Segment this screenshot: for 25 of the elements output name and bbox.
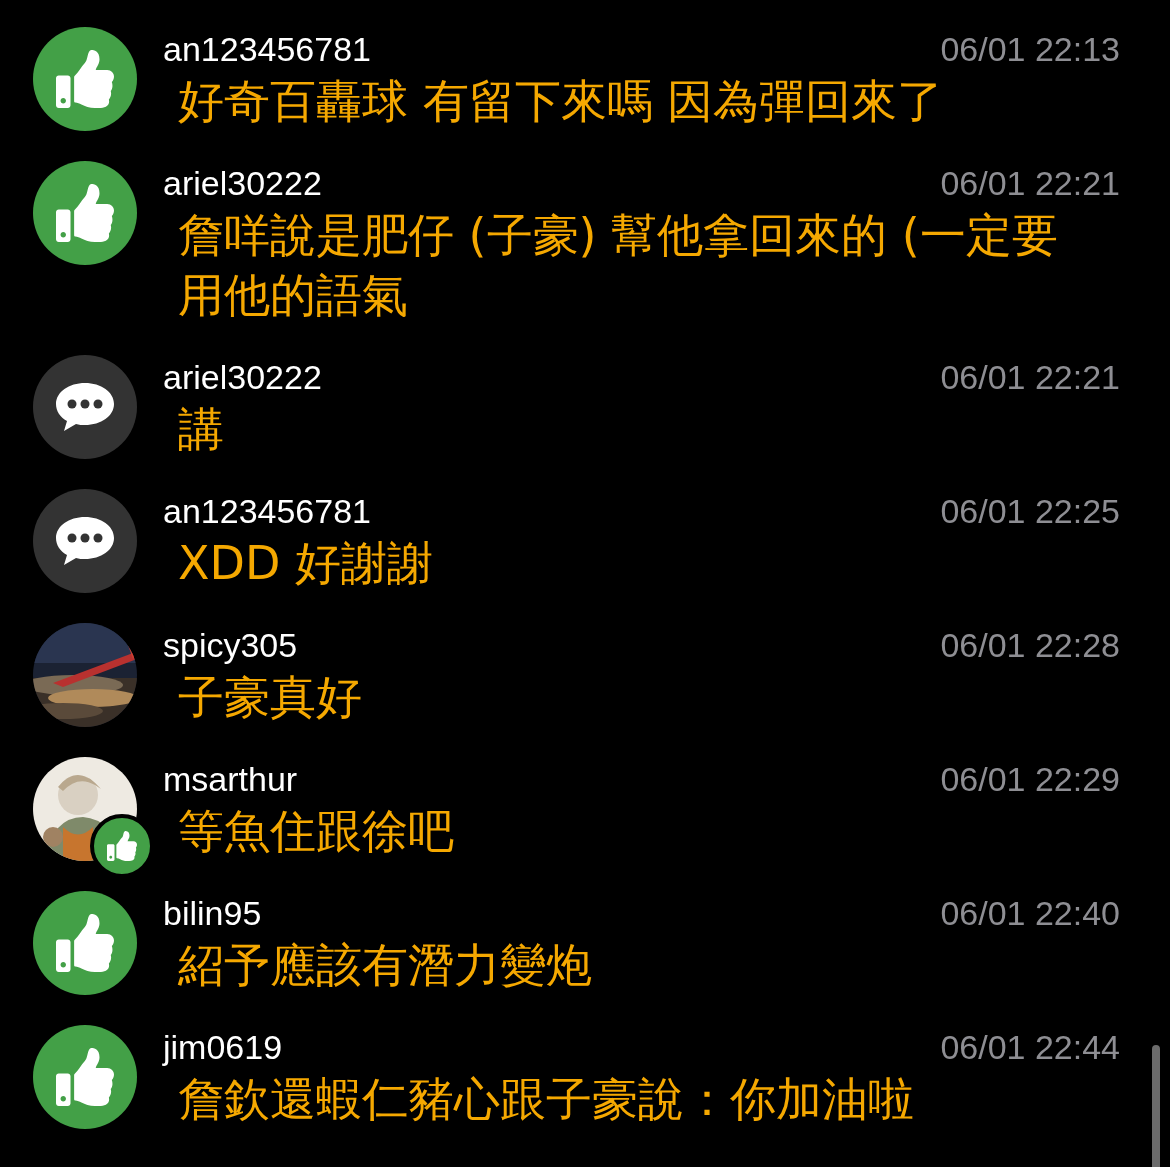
username[interactable]: ariel30222 bbox=[163, 355, 322, 399]
timestamp: 06/01 22:21 bbox=[940, 357, 1120, 398]
username[interactable]: msarthur bbox=[163, 757, 298, 801]
comment-text: 詹咩說是肥仔 (子豪) 幫他拿回來的 (一定要用他的語氣 bbox=[177, 207, 1059, 324]
username[interactable]: an123456781 bbox=[163, 27, 371, 71]
timestamp: 06/01 22:44 bbox=[940, 1027, 1120, 1068]
timestamp: 06/01 22:13 bbox=[940, 29, 1120, 70]
timestamp: 06/01 22:40 bbox=[940, 893, 1120, 934]
timestamp: 06/01 22:29 bbox=[940, 759, 1120, 800]
comment-text: 紹予應該有潛力變炮 bbox=[177, 937, 593, 994]
timestamp: 06/01 22:21 bbox=[940, 163, 1120, 204]
comment-text: XDD 好謝謝 bbox=[177, 535, 434, 592]
username[interactable]: jim0619 bbox=[163, 1025, 283, 1069]
comment-text: 好奇百轟球 有留下來嗎 因為彈回來了 bbox=[177, 73, 945, 130]
username[interactable]: an123456781 bbox=[163, 489, 371, 533]
comment-text: 等魚住跟徐吧 bbox=[177, 803, 455, 860]
comment-text: 子豪真好 bbox=[177, 669, 363, 726]
comment-text: 講 bbox=[177, 401, 225, 458]
username[interactable]: spicy305 bbox=[163, 623, 298, 667]
scrollbar[interactable] bbox=[1152, 1045, 1160, 1167]
timestamp: 06/01 22:28 bbox=[940, 625, 1120, 666]
username[interactable]: bilin95 bbox=[163, 891, 262, 935]
username[interactable]: ariel30222 bbox=[163, 161, 322, 205]
comment-text: 詹欽還蝦仁豬心跟子豪說：你加油啦 bbox=[177, 1071, 915, 1128]
timestamp: 06/01 22:25 bbox=[940, 491, 1120, 532]
